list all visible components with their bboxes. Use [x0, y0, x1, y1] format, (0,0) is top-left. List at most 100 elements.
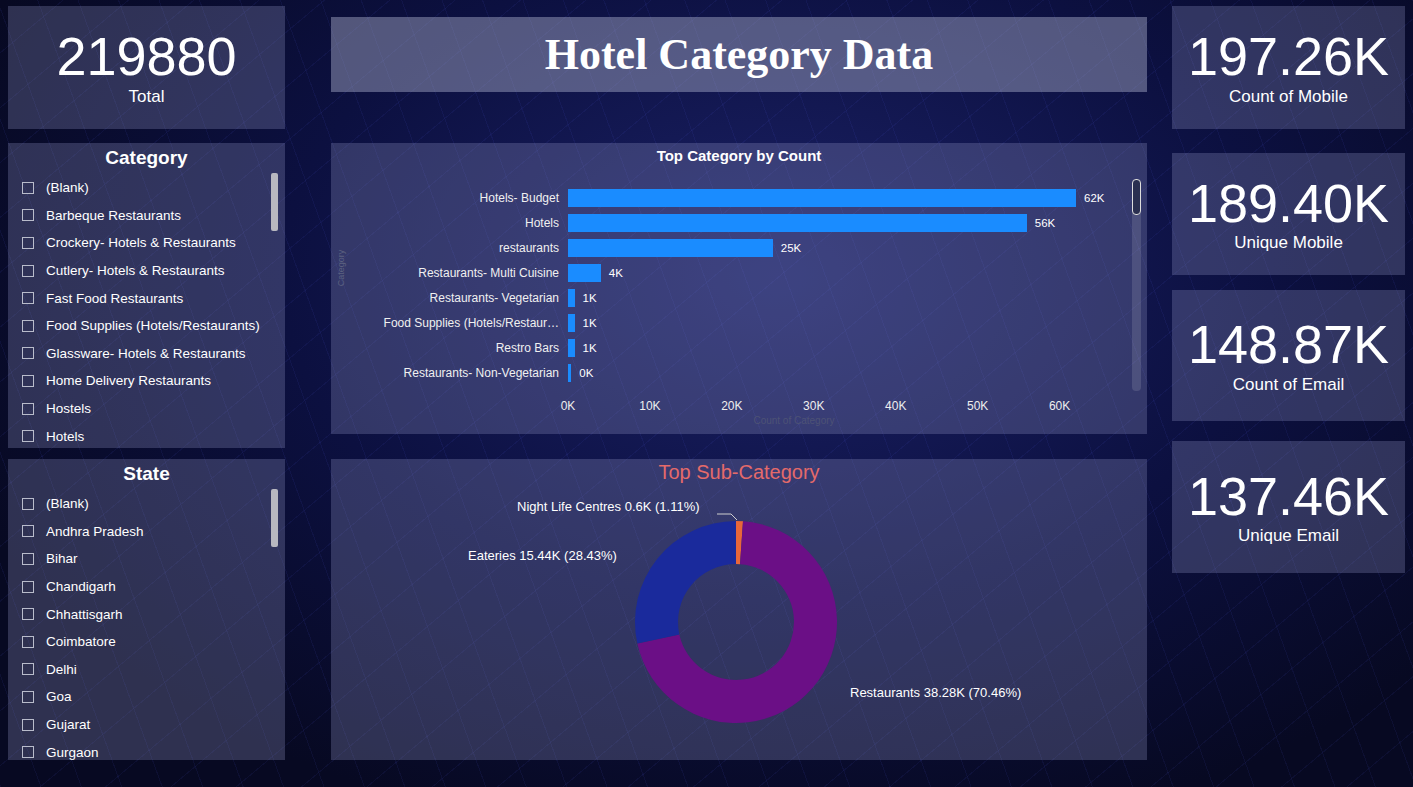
slicer-item[interactable]: Barbeque Restaurants: [22, 202, 285, 230]
slicer-item[interactable]: Delhi: [22, 656, 285, 684]
slicer-item-label[interactable]: Gujarat: [46, 717, 90, 732]
slicer-item[interactable]: Food Supplies (Hotels/Restaurants): [22, 312, 285, 340]
checkbox[interactable]: [22, 691, 34, 703]
checkbox[interactable]: [22, 182, 34, 194]
checkbox[interactable]: [22, 581, 34, 593]
bar[interactable]: [568, 189, 1076, 207]
slicer-item[interactable]: Chandigarh: [22, 573, 285, 601]
checkbox[interactable]: [22, 292, 34, 304]
checkbox[interactable]: [22, 498, 34, 510]
slicer-item[interactable]: (Blank): [22, 174, 285, 202]
slicer-item-label[interactable]: Glassware- Hotels & Restaurants: [46, 346, 246, 361]
category-label: Restaurants- Vegetarian: [331, 291, 559, 305]
bar[interactable]: [568, 339, 575, 357]
slicer-item[interactable]: Gujarat: [22, 711, 285, 739]
kpi-label: Count of Email: [1233, 375, 1345, 395]
slicer-item-label[interactable]: Food Supplies (Hotels/Restaurants): [46, 318, 260, 333]
slicer-item-label[interactable]: Andhra Pradesh: [46, 524, 144, 539]
slicer-item-label[interactable]: Coimbatore: [46, 634, 116, 649]
slicer-item-label[interactable]: Home Delivery Restaurants: [46, 373, 211, 388]
bar[interactable]: [568, 289, 575, 307]
slicer-item-label[interactable]: Crockery- Hotels & Restaurants: [46, 235, 236, 250]
slicer-item[interactable]: Cutlery- Hotels & Restaurants: [22, 257, 285, 285]
bar[interactable]: [568, 264, 601, 282]
slicer-item-label[interactable]: Hotels: [46, 429, 84, 444]
slicer-item[interactable]: Fast Food Restaurants: [22, 284, 285, 312]
bar-row: Restaurants- Vegetarian1K: [331, 285, 1147, 310]
checkbox[interactable]: [22, 663, 34, 675]
data-label: 4K: [609, 267, 623, 279]
donut-chart: Top Sub-CategoryNight Life Centres 0.6K …: [331, 459, 1147, 760]
slicer-item[interactable]: Goa: [22, 683, 285, 711]
slicer-item[interactable]: Crockery- Hotels & Restaurants: [22, 229, 285, 257]
checkbox[interactable]: [22, 265, 34, 277]
kpi-label: Unique Email: [1238, 526, 1339, 546]
slicer-item[interactable]: (Blank): [22, 490, 285, 518]
scrollbar-thumb[interactable]: [1132, 179, 1141, 215]
tick-label: 30K: [803, 399, 824, 413]
bar[interactable]: [568, 214, 1027, 232]
scrollbar[interactable]: [1132, 179, 1141, 391]
bar[interactable]: [568, 314, 575, 332]
slicer-item-label[interactable]: (Blank): [46, 496, 89, 511]
slicer-item-label[interactable]: Hostels: [46, 401, 91, 416]
data-label: 0K: [579, 367, 593, 379]
bar-rows: Hotels- Budget62KHotels56Krestaurants25K…: [331, 185, 1147, 385]
scrollbar-thumb[interactable]: [271, 489, 278, 547]
kpi-label: Unique Mobile: [1234, 233, 1343, 253]
checkbox[interactable]: [22, 237, 34, 249]
bar[interactable]: [568, 239, 773, 257]
slicer-item-label[interactable]: Bihar: [46, 551, 78, 566]
checkbox[interactable]: [22, 347, 34, 359]
checkbox[interactable]: [22, 525, 34, 537]
checkbox[interactable]: [22, 636, 34, 648]
checkbox[interactable]: [22, 403, 34, 415]
bar[interactable]: [568, 364, 571, 382]
slicer-item-label[interactable]: Barbeque Restaurants: [46, 208, 181, 223]
data-label: 1K: [583, 342, 597, 354]
data-label: 25K: [781, 242, 801, 254]
tick-label: 20K: [721, 399, 742, 413]
left-column: 219880TotalCategory(Blank)Barbeque Resta…: [8, 0, 285, 760]
x-axis-ticks: 0K10K20K30K40K50K60K: [568, 399, 1088, 415]
slicer-item[interactable]: Glassware- Hotels & Restaurants: [22, 340, 285, 368]
slicer-item-label[interactable]: Goa: [46, 689, 72, 704]
dashboard-title: Hotel Category Data: [545, 29, 934, 80]
bar-row: Restaurants- Non-Vegetarian0K: [331, 360, 1147, 385]
y-axis-title: Category: [336, 250, 346, 287]
checkbox[interactable]: [22, 719, 34, 731]
checkbox[interactable]: [22, 375, 34, 387]
slicer-item-label[interactable]: Chandigarh: [46, 579, 116, 594]
checkbox[interactable]: [22, 608, 34, 620]
slicer-item-label[interactable]: Fast Food Restaurants: [46, 291, 183, 306]
bar-zone: 25K: [568, 239, 1147, 257]
tick-label: 50K: [967, 399, 988, 413]
slicer-item-label[interactable]: Gurgaon: [46, 745, 99, 760]
slicer-item[interactable]: Bihar: [22, 545, 285, 573]
kpi-card: 189.40KUnique Mobile: [1172, 153, 1405, 275]
kpi-label: Count of Mobile: [1229, 87, 1348, 107]
checkbox[interactable]: [22, 553, 34, 565]
slicer-item-label[interactable]: Delhi: [46, 662, 77, 677]
tick-label: 0K: [561, 399, 576, 413]
donut-segment[interactable]: [635, 521, 736, 644]
checkbox[interactable]: [22, 209, 34, 221]
slicer-item-label[interactable]: (Blank): [46, 180, 89, 195]
bar-zone: 56K: [568, 214, 1147, 232]
kpi-value: 189.40K: [1188, 175, 1389, 232]
slicer-item[interactable]: Gurgaon: [22, 738, 285, 760]
slicer-item-label[interactable]: Chhattisgarh: [46, 607, 123, 622]
bar-zone: 62K: [568, 189, 1147, 207]
slicer-item[interactable]: Hotels: [22, 422, 285, 448]
slicer-item[interactable]: Coimbatore: [22, 628, 285, 656]
slicer-item[interactable]: Chhattisgarh: [22, 600, 285, 628]
chart-title: Top Category by Count: [331, 143, 1147, 177]
checkbox[interactable]: [22, 430, 34, 442]
slicer-item[interactable]: Andhra Pradesh: [22, 518, 285, 546]
slicer-item-label[interactable]: Cutlery- Hotels & Restaurants: [46, 263, 225, 278]
slicer-item[interactable]: Home Delivery Restaurants: [22, 367, 285, 395]
slicer-item[interactable]: Hostels: [22, 395, 285, 423]
scrollbar-thumb[interactable]: [271, 173, 278, 231]
checkbox[interactable]: [22, 746, 34, 758]
checkbox[interactable]: [22, 320, 34, 332]
